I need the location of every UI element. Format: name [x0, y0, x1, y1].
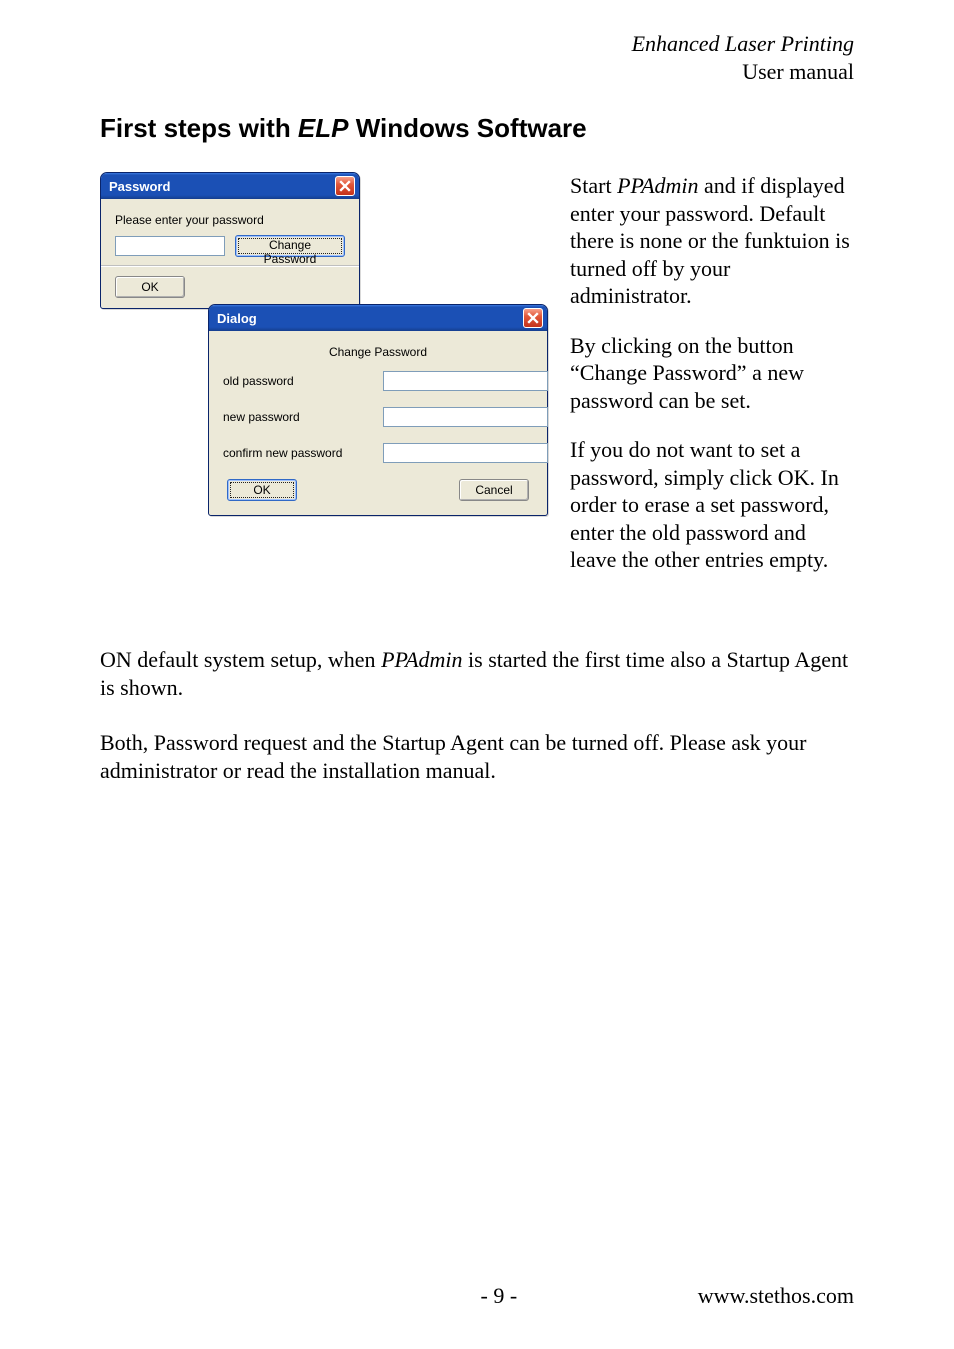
section-heading-pre: First steps with	[100, 113, 298, 143]
p1-pre: Start	[570, 173, 617, 198]
confirm-password-input[interactable]	[383, 443, 548, 463]
below-p2: Both, Password request and the Startup A…	[100, 729, 854, 786]
close-icon[interactable]	[335, 176, 355, 196]
page-footer: - 9 - www.stethos.com	[0, 1283, 954, 1309]
below-text: ON default system setup, when PPAdmin is…	[100, 646, 854, 786]
footer-spacer	[100, 1283, 300, 1309]
p1-italic: PPAdmin	[617, 173, 698, 198]
header-subtitle: User manual	[742, 59, 854, 84]
section-heading-elp: ELP	[298, 113, 349, 143]
divider	[101, 265, 359, 266]
below-p1-pre: ON default system setup, when	[100, 647, 381, 672]
below-p1-italic: PPAdmin	[381, 647, 462, 672]
password-input[interactable]	[115, 236, 225, 256]
close-icon[interactable]	[523, 308, 543, 328]
change-password-dialog: Dialog Change Password old password new …	[208, 304, 548, 516]
ok-button[interactable]: OK	[115, 276, 185, 298]
password-titlebar[interactable]: Password	[101, 173, 359, 199]
dialog-subtitle: Change Password	[223, 345, 533, 359]
p3: If you do not want to set a password, si…	[570, 436, 854, 574]
page-header: Enhanced Laser Printing User manual	[100, 30, 854, 85]
dialog-cancel-button[interactable]: Cancel	[459, 479, 529, 501]
password-title-text: Password	[109, 179, 170, 194]
dialog-title-text: Dialog	[217, 311, 257, 326]
old-password-input[interactable]	[383, 371, 548, 391]
p2: By clicking on the button “Change Passwo…	[570, 332, 854, 415]
new-password-label: new password	[223, 410, 373, 424]
change-password-button[interactable]: Change Password	[235, 235, 345, 257]
page-number: - 9 -	[481, 1283, 518, 1309]
explanatory-text: Start PPAdmin and if displayed enter you…	[570, 172, 854, 596]
dialog-ok-button[interactable]: OK	[227, 479, 297, 501]
new-password-input[interactable]	[383, 407, 548, 427]
section-heading-post: Windows Software	[349, 113, 587, 143]
password-prompt: Please enter your password	[115, 213, 345, 227]
section-heading: First steps with ELP Windows Software	[100, 113, 854, 144]
header-title: Enhanced Laser Printing	[632, 31, 854, 56]
old-password-label: old password	[223, 374, 373, 388]
screenshot-area: Password Please enter your password Chan…	[100, 172, 550, 592]
dialog-titlebar[interactable]: Dialog	[209, 305, 547, 331]
password-window: Password Please enter your password Chan…	[100, 172, 360, 309]
footer-url: www.stethos.com	[698, 1283, 854, 1309]
confirm-password-label: confirm new password	[223, 446, 373, 460]
